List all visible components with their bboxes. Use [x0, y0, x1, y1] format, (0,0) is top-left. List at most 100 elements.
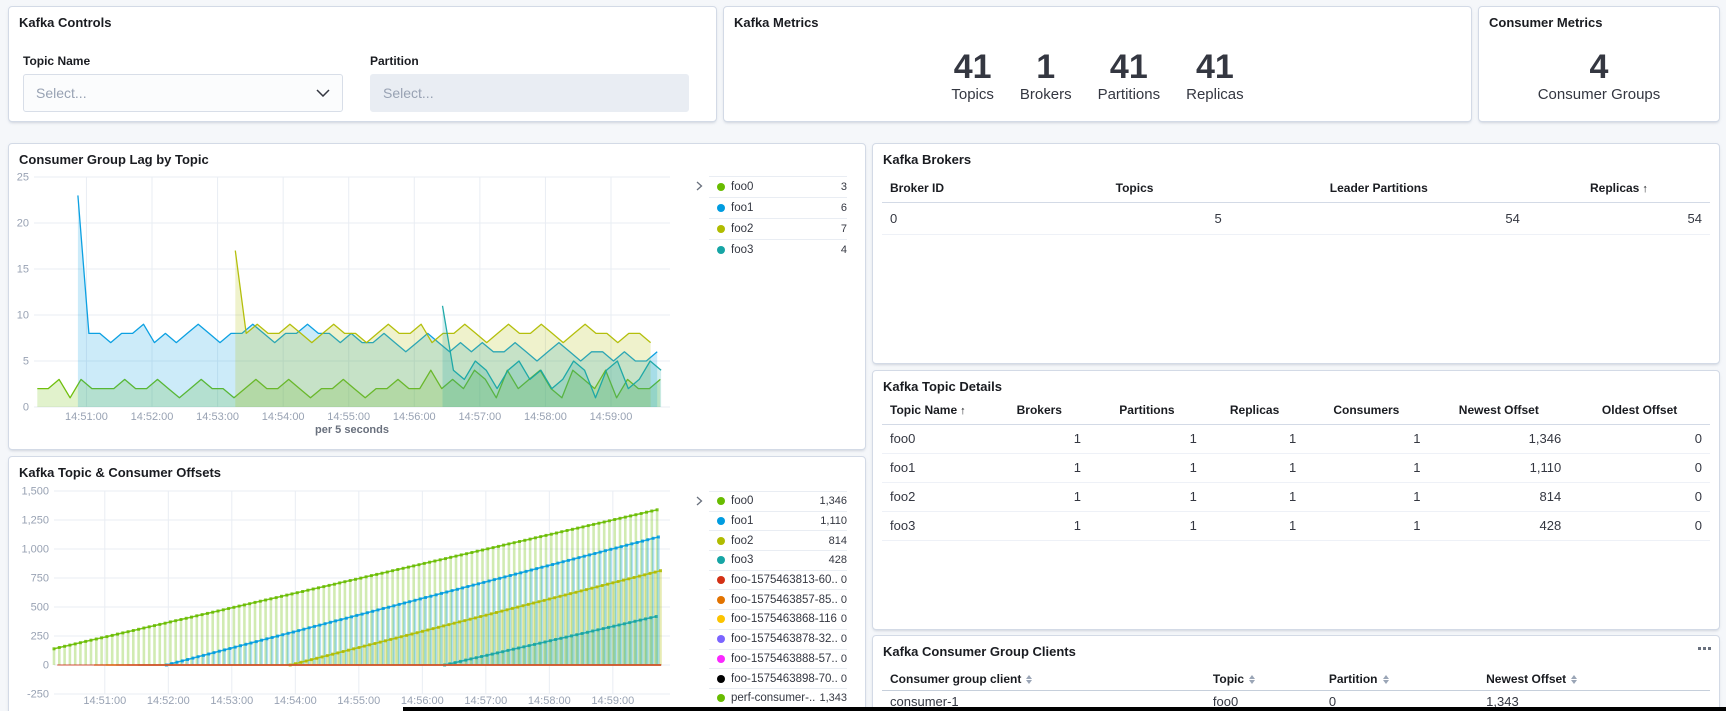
legend-series-name: foo3: [731, 554, 825, 566]
legend-item[interactable]: perf-consumer-...1,343: [709, 688, 847, 708]
table-cell: 0: [882, 202, 1039, 234]
column-header[interactable]: Replicas↑: [1528, 174, 1710, 202]
sort-icon: [1383, 675, 1389, 685]
legend-item[interactable]: foo11,110: [709, 511, 847, 531]
column-header[interactable]: Topics: [1039, 174, 1229, 202]
data-table: Broker IDTopicsLeader PartitionsReplicas…: [882, 174, 1710, 235]
column-header[interactable]: Replicas: [1205, 397, 1304, 424]
panel-title: Kafka Metrics: [734, 15, 819, 30]
svg-text:14:55:00: 14:55:00: [327, 411, 370, 423]
column-header[interactable]: Brokers: [990, 397, 1089, 424]
legend-collapse-icon[interactable]: [694, 496, 704, 506]
column-header[interactable]: Oldest Offset: [1569, 397, 1710, 424]
legend-item[interactable]: foo34: [709, 239, 847, 260]
column-header[interactable]: Partition: [1321, 668, 1478, 690]
metric-item: 41Partitions: [1098, 49, 1161, 103]
partition-placeholder: Select...: [383, 85, 676, 101]
metric-value: 41: [1098, 49, 1161, 85]
series-color-dot: [717, 517, 725, 525]
svg-text:14:58:00: 14:58:00: [528, 695, 571, 707]
svg-text:14:56:00: 14:56:00: [393, 411, 436, 423]
column-header[interactable]: Topic: [1205, 668, 1321, 690]
table-cell: 0: [1569, 482, 1710, 511]
svg-text:14:57:00: 14:57:00: [458, 411, 501, 423]
table-cell: 5: [1039, 202, 1229, 234]
legend-series-name: foo1: [731, 202, 837, 214]
table-cell: foo3: [882, 511, 990, 540]
svg-text:250: 250: [31, 631, 49, 643]
sort-icon: [1249, 675, 1255, 685]
table-cell: 1: [1205, 482, 1304, 511]
table-cell: foo0: [882, 424, 990, 453]
brokers-table: Broker IDTopicsLeader PartitionsReplicas…: [882, 174, 1710, 235]
column-header[interactable]: Consumers: [1304, 397, 1428, 424]
legend-series-name: foo-1575463868-116...: [731, 613, 837, 625]
svg-text:14:58:00: 14:58:00: [524, 411, 567, 423]
table-cell: foo1: [882, 453, 990, 482]
metric-label: Consumer Groups: [1538, 86, 1661, 103]
svg-text:750: 750: [31, 573, 49, 585]
legend-item[interactable]: foo2814: [709, 530, 847, 550]
legend-item[interactable]: foo-1575463857-85...0: [709, 589, 847, 609]
svg-text:15: 15: [17, 264, 29, 276]
column-header[interactable]: Newest Offset: [1428, 397, 1569, 424]
metric-label: Topics: [951, 86, 994, 103]
table-cell: foo2: [882, 482, 990, 511]
series-color-dot: [717, 694, 725, 702]
svg-text:14:52:00: 14:52:00: [147, 695, 190, 707]
series-color-dot: [717, 615, 725, 623]
svg-text:-250: -250: [27, 689, 49, 701]
table-cell: 1: [1304, 482, 1428, 511]
legend-item[interactable]: foo-1575463878-32...0: [709, 629, 847, 649]
svg-text:500: 500: [31, 602, 49, 614]
table-cell: 814: [1428, 482, 1569, 511]
legend-item[interactable]: foo-1575463898-70...0: [709, 668, 847, 688]
consumer-metrics-row: 4Consumer Groups: [1479, 49, 1719, 103]
column-header[interactable]: Topic Name↑: [882, 397, 990, 424]
partition-select[interactable]: Select...: [370, 74, 689, 112]
svg-text:14:51:00: 14:51:00: [65, 411, 108, 423]
legend-series-value: 1,346: [819, 495, 847, 507]
topic-name-select[interactable]: Select...: [23, 74, 343, 112]
offsets-legend: foo01,346foo11,110foo2814foo3428foo-1575…: [709, 491, 847, 708]
legend-item[interactable]: foo3428: [709, 550, 847, 570]
legend-series-name: foo-1575463878-32...: [731, 633, 837, 645]
legend-series-name: foo2: [731, 535, 825, 547]
clients-table: Consumer group clientTopicPartitionNewes…: [882, 668, 1710, 711]
column-header[interactable]: Leader Partitions: [1230, 174, 1528, 202]
table-cell: 1: [1205, 424, 1304, 453]
svg-text:14:57:00: 14:57:00: [464, 695, 507, 707]
column-header[interactable]: Consumer group client: [882, 668, 1205, 690]
svg-text:0: 0: [23, 402, 29, 414]
table-cell: 1: [1304, 453, 1428, 482]
svg-text:1,500: 1,500: [21, 486, 49, 498]
panel-title: Kafka Consumer Group Clients: [883, 644, 1076, 659]
chevron-down-icon: [316, 89, 330, 97]
metric-item: 4Consumer Groups: [1538, 49, 1661, 103]
legend-series-name: foo0: [731, 181, 837, 193]
legend-item[interactable]: foo-1575463868-116...0: [709, 609, 847, 629]
legend-collapse-icon[interactable]: [694, 181, 704, 191]
table-cell: 1: [1089, 511, 1205, 540]
panel-options-button[interactable]: [1695, 641, 1713, 655]
svg-text:14:59:00: 14:59:00: [590, 411, 633, 423]
svg-text:5: 5: [23, 356, 29, 368]
column-header[interactable]: Newest Offset: [1478, 668, 1710, 690]
column-header[interactable]: Broker ID: [882, 174, 1039, 202]
legend-item[interactable]: foo-1575463813-60...0: [709, 570, 847, 590]
table-cell: 0: [1569, 424, 1710, 453]
svg-text:14:53:00: 14:53:00: [196, 411, 239, 423]
kafka-dashboard: Kafka Controls Topic Name Select... Part…: [0, 0, 1726, 711]
legend-item[interactable]: foo27: [709, 218, 847, 239]
kafka-metrics-row: 41Topics1Brokers41Partitions41Replicas: [724, 49, 1471, 103]
legend-item[interactable]: foo16: [709, 197, 847, 218]
column-header[interactable]: Partitions: [1089, 397, 1205, 424]
legend-series-name: foo2: [731, 223, 837, 235]
legend-item[interactable]: foo03: [709, 176, 847, 197]
legend-item[interactable]: foo0 1,346: [709, 491, 847, 511]
panel-kafka-controls: Kafka Controls Topic Name Select... Part…: [8, 6, 717, 122]
legend-series-name: foo0: [731, 495, 815, 507]
panel-consumer-group-lag: Consumer Group Lag by Topic 252015105014…: [8, 143, 866, 450]
table-cell: 1: [990, 511, 1089, 540]
legend-item[interactable]: foo-1575463888-57...0: [709, 649, 847, 669]
